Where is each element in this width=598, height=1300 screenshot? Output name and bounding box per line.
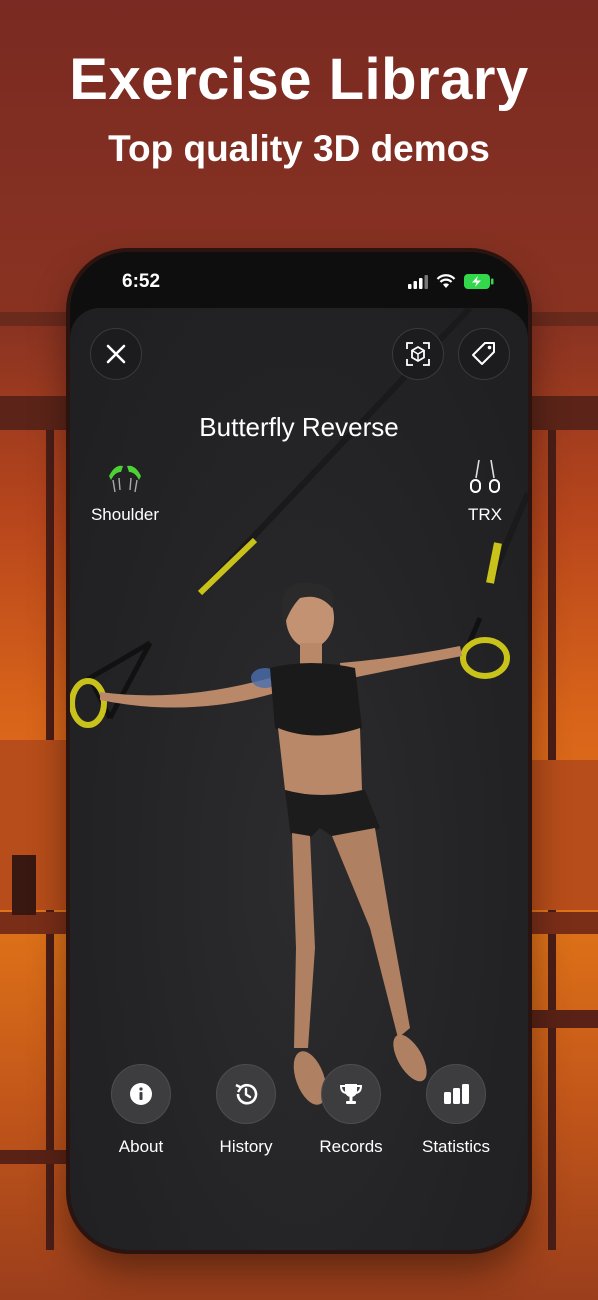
signal-icon	[408, 274, 428, 289]
statistics-button[interactable]: Statistics	[406, 1064, 506, 1157]
shoulder-muscle-icon	[109, 465, 141, 493]
history-label: History	[219, 1137, 273, 1156]
ar-view-button[interactable]	[392, 328, 444, 380]
promo-subheadline: Top quality 3D demos	[108, 128, 490, 169]
about-button[interactable]: About	[91, 1064, 191, 1157]
wifi-icon	[436, 274, 456, 288]
equipment-label: TRX	[468, 505, 502, 524]
about-label: About	[118, 1137, 164, 1156]
exercise-title: Butterfly Reverse	[199, 412, 399, 442]
equipment[interactable]: TRX	[450, 458, 520, 525]
trophy-icon	[339, 1084, 363, 1104]
tag-icon	[472, 342, 495, 365]
exercise-screen: Butterfly Reverse Shoulder TRX About His…	[70, 308, 528, 1250]
records-label: Records	[319, 1137, 383, 1156]
trx-icon	[470, 459, 500, 493]
tag-button[interactable]	[458, 328, 510, 380]
close-button[interactable]	[90, 328, 142, 380]
muscle-label: Shoulder	[90, 505, 160, 524]
statistics-label: Statistics	[421, 1137, 491, 1156]
history-button[interactable]: History	[196, 1064, 296, 1157]
close-icon	[106, 344, 126, 364]
records-button[interactable]: Records	[301, 1064, 401, 1157]
promo-headline: Exercise Library	[69, 47, 529, 112]
phone-frame: 6:52 Butterfly Reverse Shoulder TRX Abou…	[70, 252, 528, 1250]
status-icons	[408, 274, 494, 289]
muscle-group[interactable]: Shoulder	[84, 458, 166, 525]
history-icon	[235, 1083, 258, 1105]
battery-charging-icon	[464, 274, 494, 289]
ar-view-icon	[406, 342, 430, 366]
status-time: 6:52	[122, 271, 161, 292]
info-icon	[130, 1083, 152, 1105]
bar-chart-icon	[444, 1084, 469, 1104]
